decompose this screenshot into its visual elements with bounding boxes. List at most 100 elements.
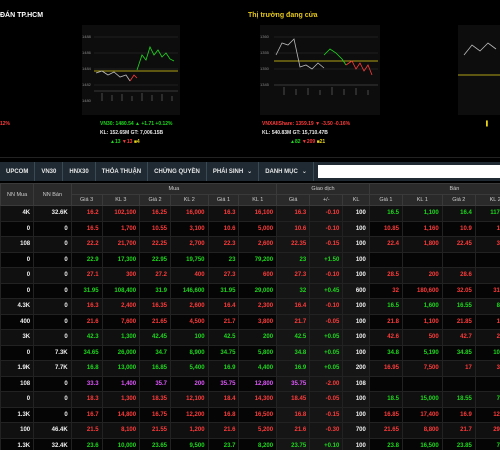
table-row[interactable]: 0 0 16.5 1,700 10.55 3,100 10.6 5,000 10.6 -0.10 1… [0,220,500,237]
col-header[interactable]: KL 2 [474,194,500,206]
table-cell: 0 [33,220,72,237]
table-cell: 1,300 [101,391,141,408]
table-cell: 7.3K [33,344,72,361]
table-row[interactable]: 0 0 27.1 300 27.2 400 27.3 600 27.3 -0.10 100 28.5 2… [0,267,500,284]
table-cell: 108 [0,236,35,253]
table-cell: 8,800 [401,422,443,439]
col-header[interactable]: Giá 1 [368,194,403,206]
tab-4[interactable]: THỎA THUẬN [96,162,149,181]
table-cell: 0 [0,251,35,268]
col-header[interactable]: Giá 2 [139,194,171,206]
table-row[interactable]: 0 0 18.3 1,300 18.35 12,100 18.4 14,300 18.45 -0.… [0,391,500,408]
col-header[interactable]: Giá 3 [70,194,103,206]
table-cell: 21.65 [368,422,403,439]
table-cell [474,251,500,268]
table-row[interactable]: 108 0 22.2 21,700 22.25 2,700 22.3 2,600 22.35 -0… [0,236,500,253]
vnx-y-label: 1360 [260,34,269,39]
tab-5[interactable]: CHỨNG QUYỀN [148,162,207,181]
tab-label: VN30 [41,168,57,175]
col-header[interactable]: NN Mua [0,183,35,206]
table-cell: 14,300 [238,391,278,408]
search-input[interactable] [317,165,500,178]
table-cell: 100 [342,267,370,284]
table-cell: 1,160 [401,220,443,237]
table-row[interactable]: 1.9K 7.7K 16.8 13,000 16.85 5,400 16.9 4,400 16.… [0,360,500,377]
table-cell: 17 [441,360,476,377]
table-cell: 13,000 [101,360,141,377]
col-header[interactable]: NN Bán [33,183,72,206]
table-cell: 100 [342,205,370,222]
table-row[interactable]: 4.3K 0 16.3 2,400 16.35 2,600 16.4 2,300 16.4 -0.… [0,298,500,315]
table-cell: 0 [33,391,72,408]
table-cell: +0.45 [309,282,344,299]
col-header[interactable]: KL [342,194,370,206]
col-header[interactable]: Giá [276,194,311,206]
table-cell [441,375,476,392]
table-cell: +0.10 [309,437,344,450]
table-cell: 3K [0,329,35,346]
table-cell: 0 [33,298,72,315]
table-row[interactable]: 4K 32.6K 16.2 102,100 16.25 16,000 16.3 16,100 1… [0,205,500,222]
table-cell: 12,800 [474,406,500,423]
table-cell: 100 [342,236,370,253]
table-cell: 32.6K [33,205,72,222]
table-cell: 10.9 [441,220,476,237]
col-header[interactable]: Giá 2 [441,194,476,206]
table-row[interactable]: 0 0 31.95 108,400 31.9 146,600 31.95 29,000 32 +0… [0,282,500,299]
hose-title: ĐÁN TP.HCM [0,12,44,19]
table-cell: 23.65 [139,437,171,450]
table-cell: 7,600 [101,313,141,330]
table-cell: 3,100 [170,220,209,237]
table-cell: 18.35 [139,391,171,408]
vnx-index: VNXAllShare: 1359.19 ▼ -3.50 -0.16% [262,121,351,127]
table-cell: 31.95 [207,282,240,299]
table-row[interactable]: 400 0 21.6 7,600 21.65 4,500 21.7 3,800 21.7 -0.0… [0,313,500,330]
divider [0,157,500,158]
table-cell: 21.7 [276,313,311,330]
tab-6[interactable]: PHÁI SINH ⌄ [207,162,260,181]
table-row[interactable]: 3K 0 42.3 1,300 42.45 100 42.5 200 42.5 +0.05 100 4… [0,329,500,346]
table-row[interactable]: 0 0 22.9 17,300 22.95 19,750 23 79,200 23 +1.50 10… [0,251,500,268]
tab-7[interactable]: DANH MỤC ⌄ [259,162,314,181]
table-cell: 117,800 [474,205,500,222]
table-cell: 21.85 [441,313,476,330]
table-cell: -0.15 [309,406,344,423]
vnx-mini-chart[interactable]: 1360 1355 1350 1345 [260,25,380,115]
table-cell: 200 [170,375,209,392]
table-row[interactable]: 100 46.4K 21.5 8,100 21.55 1,200 21.6 5,200 21.6… [0,422,500,439]
table-row[interactable]: 0 7.3K 34.65 26,000 34.7 8,900 34.75 5,800 34.8 +… [0,344,500,361]
vn30-mini-chart[interactable]: 1488 1486 1484 1482 1480 [82,25,180,115]
table-cell: 3,000 [474,360,500,377]
table-cell: +0.05 [309,344,344,361]
col-header[interactable]: +/- [309,194,344,206]
table-cell: 100 [170,329,209,346]
table-cell: 34.8 [276,344,311,361]
table-cell: 1.3K [0,406,35,423]
tab-3[interactable]: HNX30 [63,162,96,181]
table-cell: 34.65 [70,344,103,361]
table-cell: 10.6 [207,220,240,237]
table-row[interactable]: 1.3K 0 16.7 14,800 16.75 12,200 16.8 16,500 16.8… [0,406,500,423]
table-cell: 23 [276,251,311,268]
tab-2[interactable]: VN30 [35,162,64,181]
col-header[interactable]: Giá 1 [207,194,240,206]
tab-1[interactable]: UPCOM [0,162,36,181]
col-header[interactable]: KL 3 [101,194,141,206]
table-cell: 17,300 [101,251,141,268]
table-cell: 0 [33,375,72,392]
table-row[interactable]: 108 0 33.3 1,400 35.7 200 35.75 12,800 35.75 -2.0… [0,375,500,392]
col-header[interactable]: KL 1 [238,194,278,206]
table-cell: 108 [342,375,370,392]
table-cell: 22.25 [139,236,171,253]
table-cell: 34.7 [139,344,171,361]
table-cell: 21.65 [139,313,171,330]
col-header[interactable]: KL 1 [401,194,443,206]
hnx-mini-chart[interactable] [458,25,500,115]
col-header[interactable]: KL 2 [170,194,209,206]
table-row[interactable]: 1.3K 32.4K 23.6 10,000 23.65 9,500 23.7 8,200 23… [0,437,500,450]
table-cell: 42.6 [368,329,403,346]
table-cell: -0.10 [309,298,344,315]
table-cell: 34.75 [207,344,240,361]
table-cell: 12,200 [170,406,209,423]
table-cell: 102,100 [101,205,141,222]
